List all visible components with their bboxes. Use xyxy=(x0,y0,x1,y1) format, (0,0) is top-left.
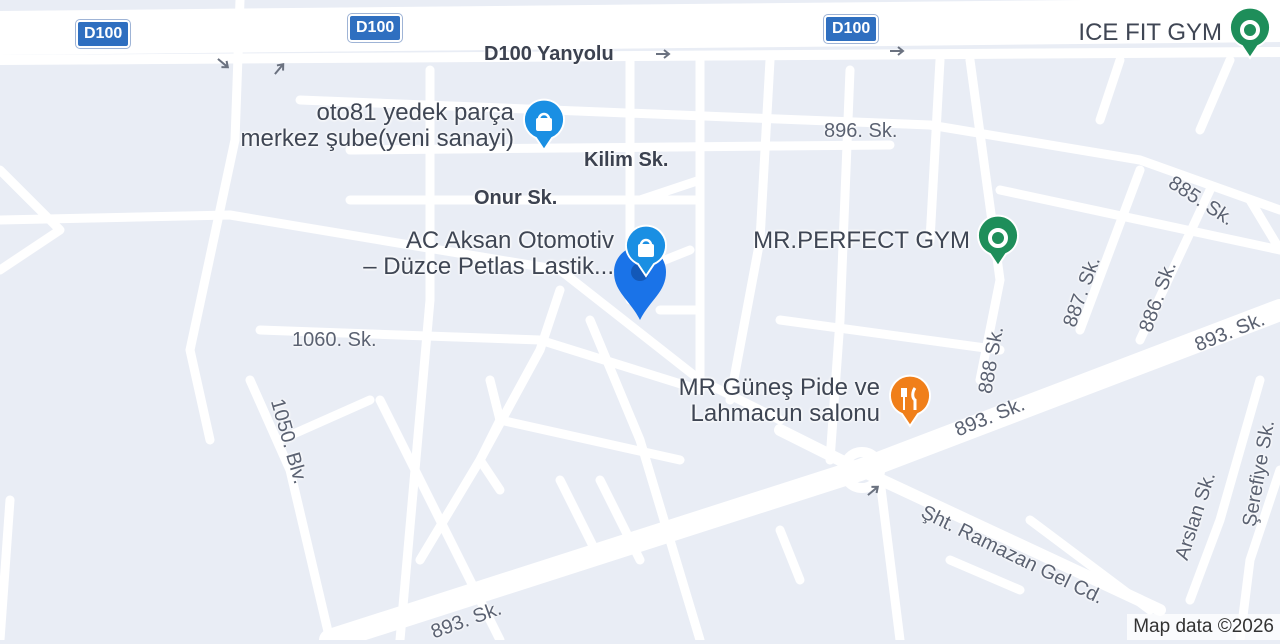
map-attribution: Map data ©2026 xyxy=(1127,614,1280,640)
poi-label[interactable]: MR.PERFECT GYM xyxy=(753,228,970,254)
shopping-bag-icon[interactable] xyxy=(522,98,566,152)
poi-name: MR Güneş Pide ve xyxy=(678,374,880,401)
map-canvas[interactable] xyxy=(0,0,1280,640)
poi-name: ICE FIT GYM xyxy=(1078,19,1222,46)
poi-name-line2: Lahmacun salonu xyxy=(690,400,880,427)
street-label: D100 Yanyolu xyxy=(484,43,614,65)
poi-label[interactable]: MR Güneş Pide ve Lahmacun salonu xyxy=(679,375,880,427)
poi-name: AC Aksan Otomotiv xyxy=(405,227,614,254)
route-shield-d100: D100 xyxy=(822,14,880,44)
direction-arrow-icon xyxy=(890,46,905,56)
direction-arrow-icon xyxy=(656,49,671,59)
shopping-bag-icon[interactable] xyxy=(624,224,668,278)
street-label: Kilim Sk. xyxy=(584,149,669,171)
dumbbell-icon[interactable] xyxy=(976,214,1020,268)
route-shield-d100: D100 xyxy=(346,13,404,43)
poi-name-line2: – Düzce Petlas Lastik... xyxy=(363,253,614,280)
dumbbell-icon[interactable] xyxy=(1228,6,1272,60)
street-label: 896. Sk. xyxy=(824,120,898,142)
poi-label[interactable]: AC Aksan Otomotiv – Düzce Petlas Lastik.… xyxy=(363,228,614,280)
route-shield-d100: D100 xyxy=(74,19,132,49)
fork-knife-icon[interactable] xyxy=(888,374,932,428)
poi-name-line2: merkez şube(yeni sanayi) xyxy=(240,125,514,152)
street-label: Onur Sk. xyxy=(474,187,558,209)
poi-name: MR.PERFECT GYM xyxy=(753,227,970,254)
street-label: 1060. Sk. xyxy=(292,329,377,351)
poi-label[interactable]: oto81 yedek parça merkez şube(yeni sanay… xyxy=(241,100,514,152)
poi-name: oto81 yedek parça xyxy=(316,99,514,126)
poi-label[interactable]: ICE FIT GYM xyxy=(1078,20,1222,46)
